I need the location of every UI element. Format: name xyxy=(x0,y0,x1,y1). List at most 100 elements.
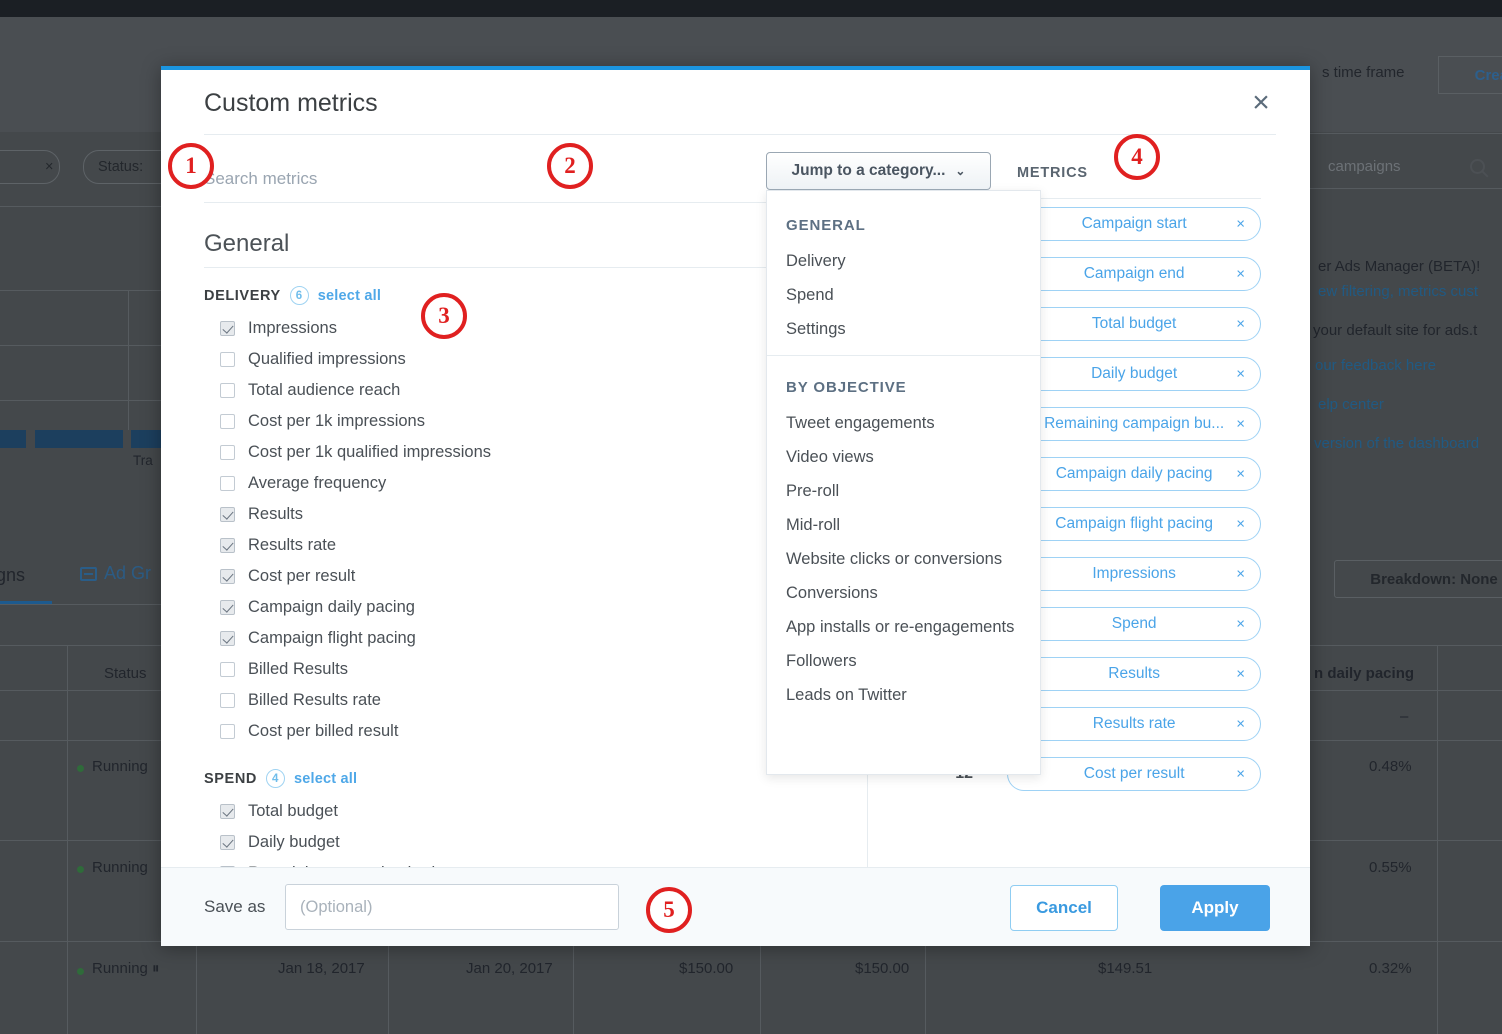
dropdown-group-label-general: GENERAL xyxy=(786,217,866,234)
menu-item-followers[interactable]: Followers xyxy=(767,644,1040,678)
bg-status-dot-1 xyxy=(77,866,84,873)
bg-last-row-cell-1: Jan 20, 2017 xyxy=(466,960,553,977)
checkbox-icon[interactable] xyxy=(220,538,235,553)
list-item[interactable]: Results xyxy=(220,499,844,530)
list-item[interactable]: Impressions xyxy=(220,313,844,344)
bg-notice-line-5[interactable]: elp center xyxy=(1318,396,1384,413)
checkbox-icon[interactable] xyxy=(220,352,235,367)
menu-item-app-installs-or-re-engagements[interactable]: App installs or re-engagements xyxy=(767,610,1040,644)
metric-chip[interactable]: Total budget × xyxy=(1007,307,1261,341)
menu-item-mid-roll[interactable]: Mid-roll xyxy=(767,508,1040,542)
menu-item-video-views[interactable]: Video views xyxy=(767,440,1040,474)
remove-icon[interactable]: × xyxy=(1236,517,1245,532)
checkbox-icon[interactable] xyxy=(220,476,235,491)
checkbox-label: Daily budget xyxy=(248,833,340,851)
category-dropdown-menu: GENERAL Delivery Spend Settings BY OBJEC… xyxy=(766,190,1041,775)
checkbox-icon[interactable] xyxy=(220,631,235,646)
menu-item-pre-roll[interactable]: Pre-roll xyxy=(767,474,1040,508)
metric-chip[interactable]: Campaign start × xyxy=(1007,207,1261,241)
remove-icon[interactable]: × xyxy=(1236,367,1245,382)
group-count-badge-spend: 4 xyxy=(265,769,285,788)
annotation-marker-1: 1 xyxy=(168,143,214,189)
bg-breakdown-button[interactable]: Breakdown: None xyxy=(1334,560,1502,598)
remove-icon[interactable]: × xyxy=(1236,567,1245,582)
save-as-input[interactable] xyxy=(285,884,619,930)
metric-chip[interactable]: Spend × xyxy=(1007,607,1261,641)
checkbox-label: Cost per billed result xyxy=(248,722,399,740)
metric-chip[interactable]: Campaign daily pacing × xyxy=(1007,457,1261,491)
bg-tab-campaigns[interactable]: gns xyxy=(0,565,25,586)
checkbox-icon[interactable] xyxy=(220,445,235,460)
list-item[interactable]: Qualified impressions xyxy=(220,344,844,375)
menu-item-delivery[interactable]: Delivery xyxy=(767,244,1040,278)
list-item[interactable]: Campaign daily pacing xyxy=(220,592,844,623)
checkbox-icon[interactable] xyxy=(220,600,235,615)
bg-notice-line-6[interactable]: version of the dashboard xyxy=(1314,435,1479,452)
checkbox-icon[interactable] xyxy=(220,507,235,522)
bg-search-campaigns-placeholder[interactable]: campaigns xyxy=(1328,158,1401,175)
metric-chip[interactable]: Remaining campaign bu... × xyxy=(1007,407,1261,441)
list-item[interactable]: Average frequency xyxy=(220,468,844,499)
remove-icon[interactable]: × xyxy=(1236,667,1245,682)
remove-icon[interactable]: × xyxy=(1236,417,1245,432)
metric-chip[interactable]: Cost per result × xyxy=(1007,757,1261,791)
metric-chip[interactable]: Daily budget × xyxy=(1007,357,1261,391)
remove-icon[interactable]: × xyxy=(1236,217,1245,232)
list-item[interactable]: Billed Results xyxy=(220,654,844,685)
menu-item-conversions[interactable]: Conversions xyxy=(767,576,1040,610)
menu-item-leads-on-twitter[interactable]: Leads on Twitter xyxy=(767,678,1040,712)
list-item[interactable]: Campaign flight pacing xyxy=(220,623,844,654)
cancel-button[interactable]: Cancel xyxy=(1010,885,1118,931)
checkbox-icon[interactable] xyxy=(220,835,235,850)
metric-chip[interactable]: Impressions × xyxy=(1007,557,1261,591)
list-item[interactable]: Total audience reach xyxy=(220,375,844,406)
bg-tabs-rule xyxy=(0,604,161,605)
menu-item-tweet-engagements[interactable]: Tweet engagements xyxy=(767,406,1040,440)
annotation-marker-5: 5 xyxy=(646,887,692,933)
bg-create-button[interactable]: Create xyxy=(1438,56,1502,94)
list-item[interactable]: Cost per billed result xyxy=(220,716,844,747)
list-item[interactable]: Cost per result xyxy=(220,561,844,592)
bg-row-status-2: Running ⏸ xyxy=(92,960,160,977)
bg-filter-chip[interactable]: × xyxy=(0,150,60,184)
checkbox-icon[interactable] xyxy=(220,724,235,739)
remove-icon[interactable]: × xyxy=(1236,717,1245,732)
bg-filter-chip-close[interactable]: × xyxy=(45,159,53,175)
checkbox-icon[interactable] xyxy=(220,662,235,677)
remove-icon[interactable]: × xyxy=(1236,617,1245,632)
bg-tab-adgroups[interactable]: Ad Gr xyxy=(104,563,151,584)
bg-notice-line-2[interactable]: ew filtering, metrics cust xyxy=(1318,283,1478,300)
checkbox-icon[interactable] xyxy=(220,569,235,584)
list-item[interactable]: Cost per 1k impressions xyxy=(220,406,844,437)
list-item[interactable]: Cost per 1k qualified impressions xyxy=(220,437,844,468)
checkbox-icon[interactable] xyxy=(220,804,235,819)
remove-icon[interactable]: × xyxy=(1236,467,1245,482)
menu-item-website-clicks-or-conversions[interactable]: Website clicks or conversions xyxy=(767,542,1040,576)
remove-icon[interactable]: × xyxy=(1236,767,1245,782)
close-icon[interactable]: × xyxy=(1242,84,1280,122)
select-all-spend[interactable]: select all xyxy=(294,771,357,787)
menu-item-settings[interactable]: Settings xyxy=(767,312,1040,346)
bg-col-pacing: n daily pacing xyxy=(1314,665,1415,682)
select-all-delivery[interactable]: select all xyxy=(318,288,381,304)
list-item[interactable]: Billed Results rate xyxy=(220,685,844,716)
apply-button[interactable]: Apply xyxy=(1160,885,1270,931)
remove-icon[interactable]: × xyxy=(1236,267,1245,282)
jump-to-category-button[interactable]: Jump to a category... ⌄ xyxy=(766,152,991,190)
list-item[interactable]: Daily budget xyxy=(220,827,844,858)
metric-chip[interactable]: Results × xyxy=(1007,657,1261,691)
metric-chip[interactable]: Results rate × xyxy=(1007,707,1261,741)
bg-notice-line-4[interactable]: our feedback here xyxy=(1315,357,1436,374)
modal-header: Custom metrics × xyxy=(161,70,1310,136)
metric-chip[interactable]: Campaign end × xyxy=(1007,257,1261,291)
checkbox-icon[interactable] xyxy=(220,414,235,429)
menu-item-spend[interactable]: Spend xyxy=(767,278,1040,312)
checkbox-icon[interactable] xyxy=(220,321,235,336)
checkbox-icon[interactable] xyxy=(220,383,235,398)
bg-chart-bar-3 xyxy=(131,430,161,448)
metric-chip[interactable]: Campaign flight pacing × xyxy=(1007,507,1261,541)
list-item[interactable]: Total budget xyxy=(220,796,844,827)
remove-icon[interactable]: × xyxy=(1236,317,1245,332)
checkbox-icon[interactable] xyxy=(220,693,235,708)
list-item[interactable]: Results rate xyxy=(220,530,844,561)
